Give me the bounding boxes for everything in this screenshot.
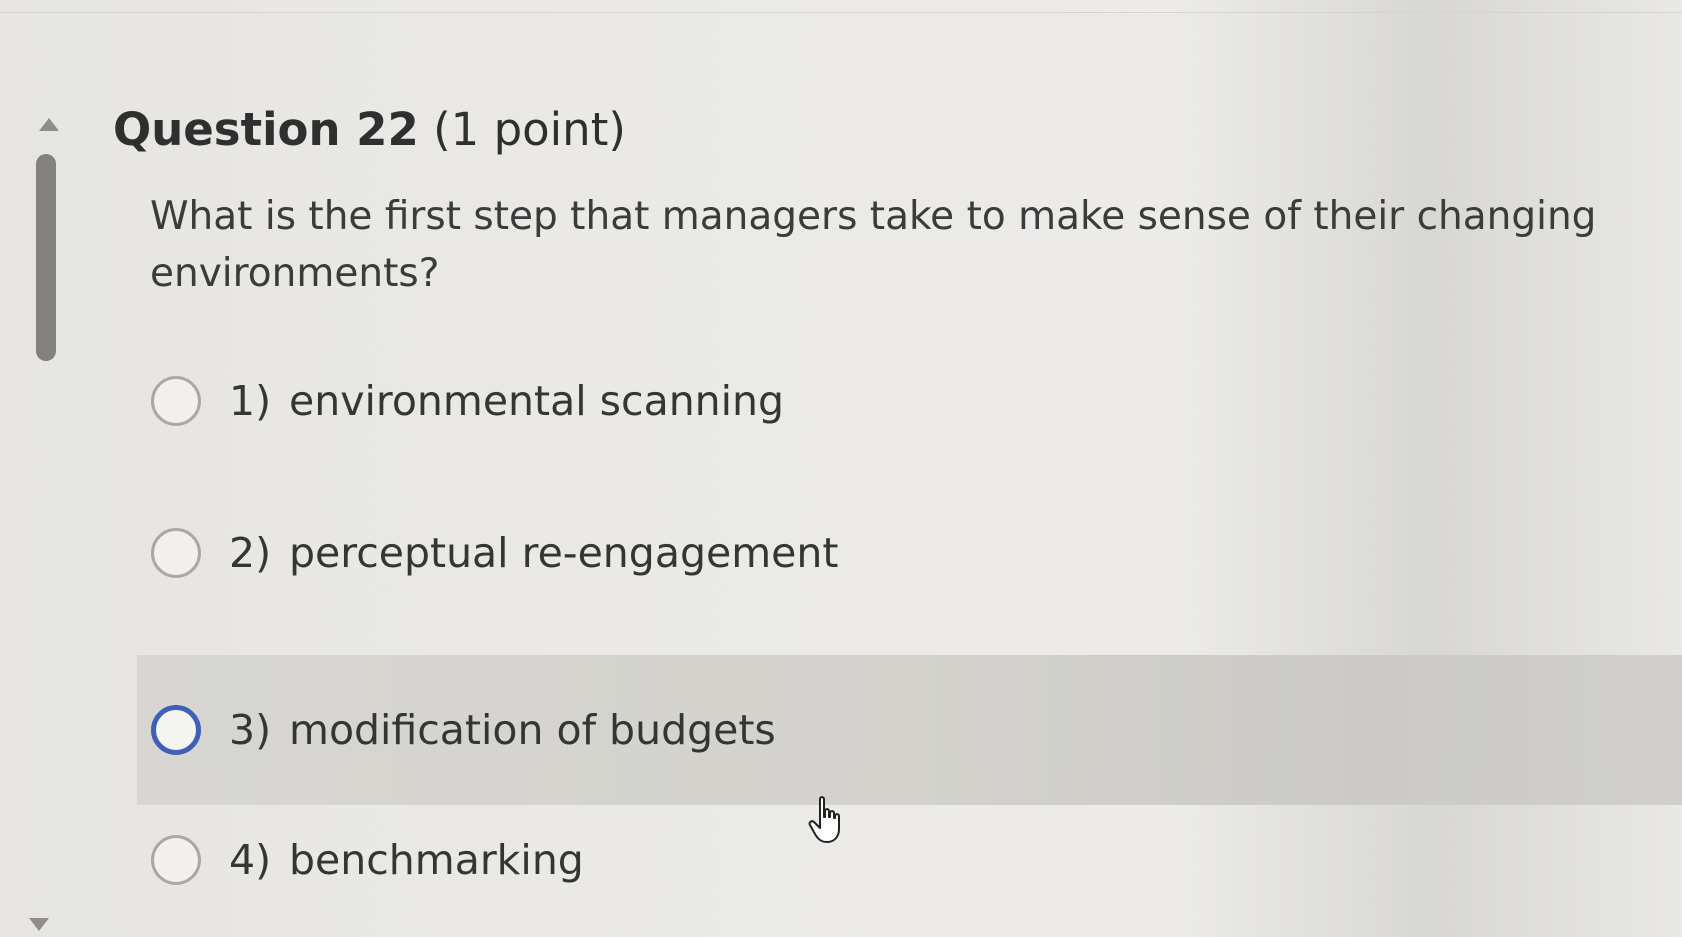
scroll-thumb[interactable]: [36, 154, 56, 361]
option-label: benchmarking: [289, 836, 584, 884]
radio-button-option-3[interactable]: [151, 705, 201, 755]
option-label: environmental scanning: [289, 377, 785, 425]
question-text: What is the first step that managers tak…: [150, 194, 1597, 296]
answer-option-4[interactable]: 4) benchmarking: [137, 785, 1682, 935]
top-divider: [0, 12, 1682, 13]
question-block: Question 22 (1 point) What is the first …: [113, 100, 1643, 302]
question-number: Question 22: [113, 103, 419, 156]
scroll-up-arrow-icon[interactable]: [39, 118, 59, 131]
radio-button-option-4[interactable]: [151, 835, 201, 885]
radio-button-option-1[interactable]: [151, 376, 201, 426]
answer-option-2[interactable]: 2) perceptual re-engagement: [137, 478, 1682, 628]
radio-button-option-2[interactable]: [151, 528, 201, 578]
question-title: Question 22 (1 point): [113, 100, 1643, 160]
answer-option-1[interactable]: 1) environmental scanning: [137, 326, 1682, 476]
scroll-down-arrow-icon[interactable]: [29, 918, 49, 931]
question-points: (1 point): [433, 103, 626, 156]
scrollbar[interactable]: [29, 110, 62, 937]
option-number: 3): [229, 706, 272, 754]
option-label: modification of budgets: [289, 706, 776, 754]
option-number: 2): [229, 529, 272, 577]
option-number: 4): [229, 836, 272, 884]
option-label: perceptual re-engagement: [289, 529, 839, 577]
option-number: 1): [229, 377, 272, 425]
hand-pointer-cursor-icon: [808, 796, 840, 843]
answer-option-3-hovered[interactable]: 3) modification of budgets: [137, 655, 1682, 805]
